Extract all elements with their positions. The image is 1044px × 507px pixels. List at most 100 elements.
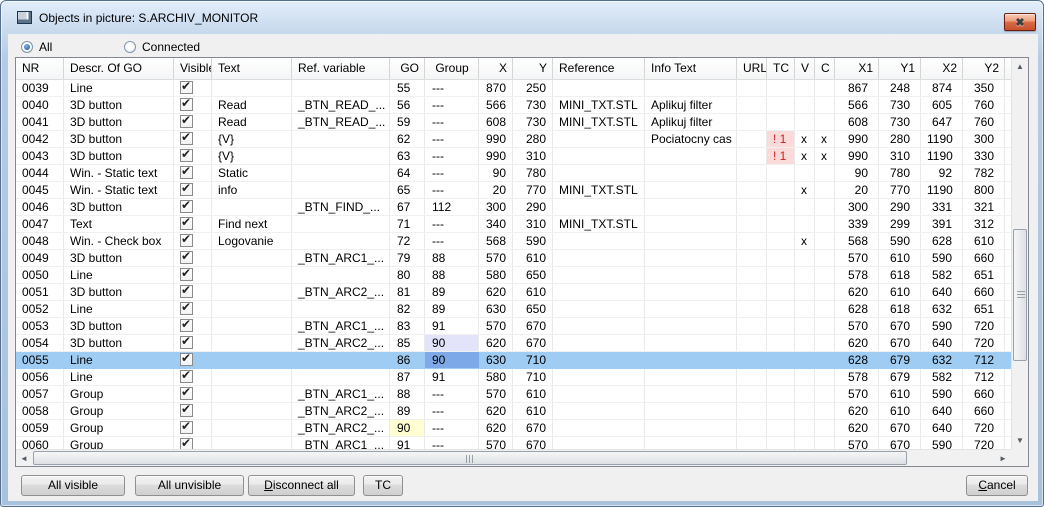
- column-header-group[interactable]: Group: [425, 58, 479, 80]
- cell-info: [645, 267, 737, 283]
- table-row[interactable]: 0060Group_BTN_ARC1_...91---5706705706705…: [16, 437, 1011, 449]
- visible-checkbox[interactable]: [180, 98, 193, 111]
- cell-x1: 628: [835, 301, 879, 317]
- column-header-x1[interactable]: X1: [835, 58, 879, 80]
- radio-button-icon[interactable]: [124, 41, 136, 53]
- scroll-down-button[interactable]: ▼: [1012, 432, 1028, 449]
- column-header-reference[interactable]: Reference: [553, 58, 645, 80]
- cell-info: [645, 284, 737, 300]
- visible-checkbox[interactable]: [180, 251, 193, 264]
- close-button[interactable]: ✖: [1004, 13, 1036, 31]
- vertical-scrollbar[interactable]: ▲ ▼: [1011, 58, 1028, 449]
- table-row[interactable]: 00403D buttonRead_BTN_READ_...56---56673…: [16, 97, 1011, 114]
- table-row[interactable]: 0039Line55---870250867248874350: [16, 80, 1011, 97]
- column-header-y1[interactable]: Y1: [879, 58, 921, 80]
- cell-tc: [767, 335, 795, 351]
- column-header-tc[interactable]: TC: [767, 58, 795, 80]
- radio-connected[interactable]: Connected: [124, 39, 200, 54]
- visible-checkbox[interactable]: [180, 387, 193, 400]
- table-row[interactable]: 00413D buttonRead_BTN_READ_...59---60873…: [16, 114, 1011, 131]
- table-row[interactable]: 0047TextFind next71---340310MINI_TXT.STL…: [16, 216, 1011, 233]
- table-row[interactable]: 00513D button_BTN_ARC2_...81896206106206…: [16, 284, 1011, 301]
- table-row[interactable]: 0055Line8690630710628679632712: [16, 352, 1011, 369]
- cell-y: 670: [513, 318, 553, 334]
- column-header-v[interactable]: V: [795, 58, 815, 80]
- table-row[interactable]: 00463D button_BTN_FIND_...67112300290300…: [16, 199, 1011, 216]
- cell-reference: [553, 131, 645, 147]
- visible-checkbox[interactable]: [180, 115, 193, 128]
- visible-checkbox[interactable]: [180, 268, 193, 281]
- all-visible-button[interactable]: All visible: [21, 475, 125, 496]
- radio-all[interactable]: All: [21, 39, 52, 54]
- cancel-button[interactable]: Cancel: [966, 475, 1028, 496]
- cell-tc: [767, 301, 795, 317]
- horizontal-scrollbar[interactable]: ◄ ►: [16, 449, 1011, 466]
- table-row[interactable]: 00433D button{V}63---990310! 1xx99031011…: [16, 148, 1011, 165]
- visible-checkbox[interactable]: [180, 438, 193, 449]
- column-header-url[interactable]: URL: [737, 58, 767, 80]
- cell-tc: [767, 165, 795, 181]
- table-row[interactable]: 00533D button_BTN_ARC1_...83915706705706…: [16, 318, 1011, 335]
- table-row[interactable]: 00493D button_BTN_ARC1_...79885706105706…: [16, 250, 1011, 267]
- cell-group: ---: [425, 437, 479, 449]
- table-row[interactable]: 0045Win. - Static textinfo65---20770MINI…: [16, 182, 1011, 199]
- scroll-left-button[interactable]: ◄: [16, 450, 32, 466]
- visible-checkbox[interactable]: [180, 166, 193, 179]
- column-header-x[interactable]: X: [479, 58, 513, 80]
- cell-text: [212, 369, 292, 385]
- column-header-nr[interactable]: NR: [16, 58, 64, 80]
- visible-checkbox[interactable]: [180, 234, 193, 247]
- visible-checkbox[interactable]: [180, 336, 193, 349]
- cell-group: ---: [425, 148, 479, 164]
- cell-ref: [292, 233, 390, 249]
- cell-y: 710: [513, 369, 553, 385]
- table-row[interactable]: 0059Group_BTN_ARC2_...90---6206706206706…: [16, 420, 1011, 437]
- radio-button-icon[interactable]: [21, 41, 33, 53]
- column-header-descr[interactable]: Descr. Of GO: [64, 58, 174, 80]
- horizontal-scroll-thumb[interactable]: [33, 451, 907, 465]
- visible-checkbox[interactable]: [180, 149, 193, 162]
- table-row[interactable]: 0057Group_BTN_ARC1_...88---5706105706105…: [16, 386, 1011, 403]
- column-header-text[interactable]: Text: [212, 58, 292, 80]
- table-row[interactable]: 00423D button{V}62---990280Pociatocny ca…: [16, 131, 1011, 148]
- visible-checkbox[interactable]: [180, 404, 193, 417]
- column-header-visible[interactable]: Visible: [174, 58, 212, 80]
- visible-checkbox[interactable]: [180, 81, 193, 94]
- table-row[interactable]: 00543D button_BTN_ARC2_...85906206706206…: [16, 335, 1011, 352]
- all-unvisible-button[interactable]: All unvisible: [135, 475, 244, 496]
- visible-checkbox[interactable]: [180, 319, 193, 332]
- column-header-y[interactable]: Y: [513, 58, 553, 80]
- visible-checkbox[interactable]: [180, 353, 193, 366]
- cell-text: [212, 250, 292, 266]
- scroll-up-button[interactable]: ▲: [1012, 58, 1028, 75]
- disconnect-all-button[interactable]: Disconnect all: [248, 475, 355, 496]
- visible-checkbox[interactable]: [180, 132, 193, 145]
- cell-tc: ! 1: [767, 131, 795, 147]
- column-header-info[interactable]: Info Text: [645, 58, 737, 80]
- table-row[interactable]: 0048Win. - Check boxLogovanie72---568590…: [16, 233, 1011, 250]
- column-header-y2[interactable]: Y2: [963, 58, 1005, 80]
- table-row[interactable]: 0056Line8791580710578679582712: [16, 369, 1011, 386]
- table-row[interactable]: 0058Group_BTN_ARC2_...89---6206106206106…: [16, 403, 1011, 420]
- tc-button[interactable]: TC: [363, 475, 403, 496]
- visible-checkbox[interactable]: [180, 421, 193, 434]
- cell-y: 590: [513, 233, 553, 249]
- column-header-go[interactable]: GO: [390, 58, 425, 80]
- visible-checkbox[interactable]: [180, 285, 193, 298]
- visible-checkbox[interactable]: [180, 302, 193, 315]
- column-header-x2[interactable]: X2: [921, 58, 963, 80]
- visible-checkbox[interactable]: [180, 370, 193, 383]
- visible-checkbox[interactable]: [180, 217, 193, 230]
- table-row[interactable]: 0044Win. - Static textStatic64---9078090…: [16, 165, 1011, 182]
- visible-checkbox[interactable]: [180, 183, 193, 196]
- column-header-c[interactable]: C: [815, 58, 835, 80]
- cell-y1: 670: [879, 335, 921, 351]
- scroll-right-button[interactable]: ►: [995, 450, 1011, 466]
- vertical-scroll-thumb[interactable]: [1013, 229, 1027, 361]
- table-row[interactable]: 0052Line8289630650628618632651: [16, 301, 1011, 318]
- cell-v: [795, 420, 815, 436]
- visible-checkbox[interactable]: [180, 200, 193, 213]
- table-row[interactable]: 0050Line8088580650578618582651: [16, 267, 1011, 284]
- cell-c: [815, 114, 835, 130]
- column-header-ref[interactable]: Ref. variable: [292, 58, 390, 80]
